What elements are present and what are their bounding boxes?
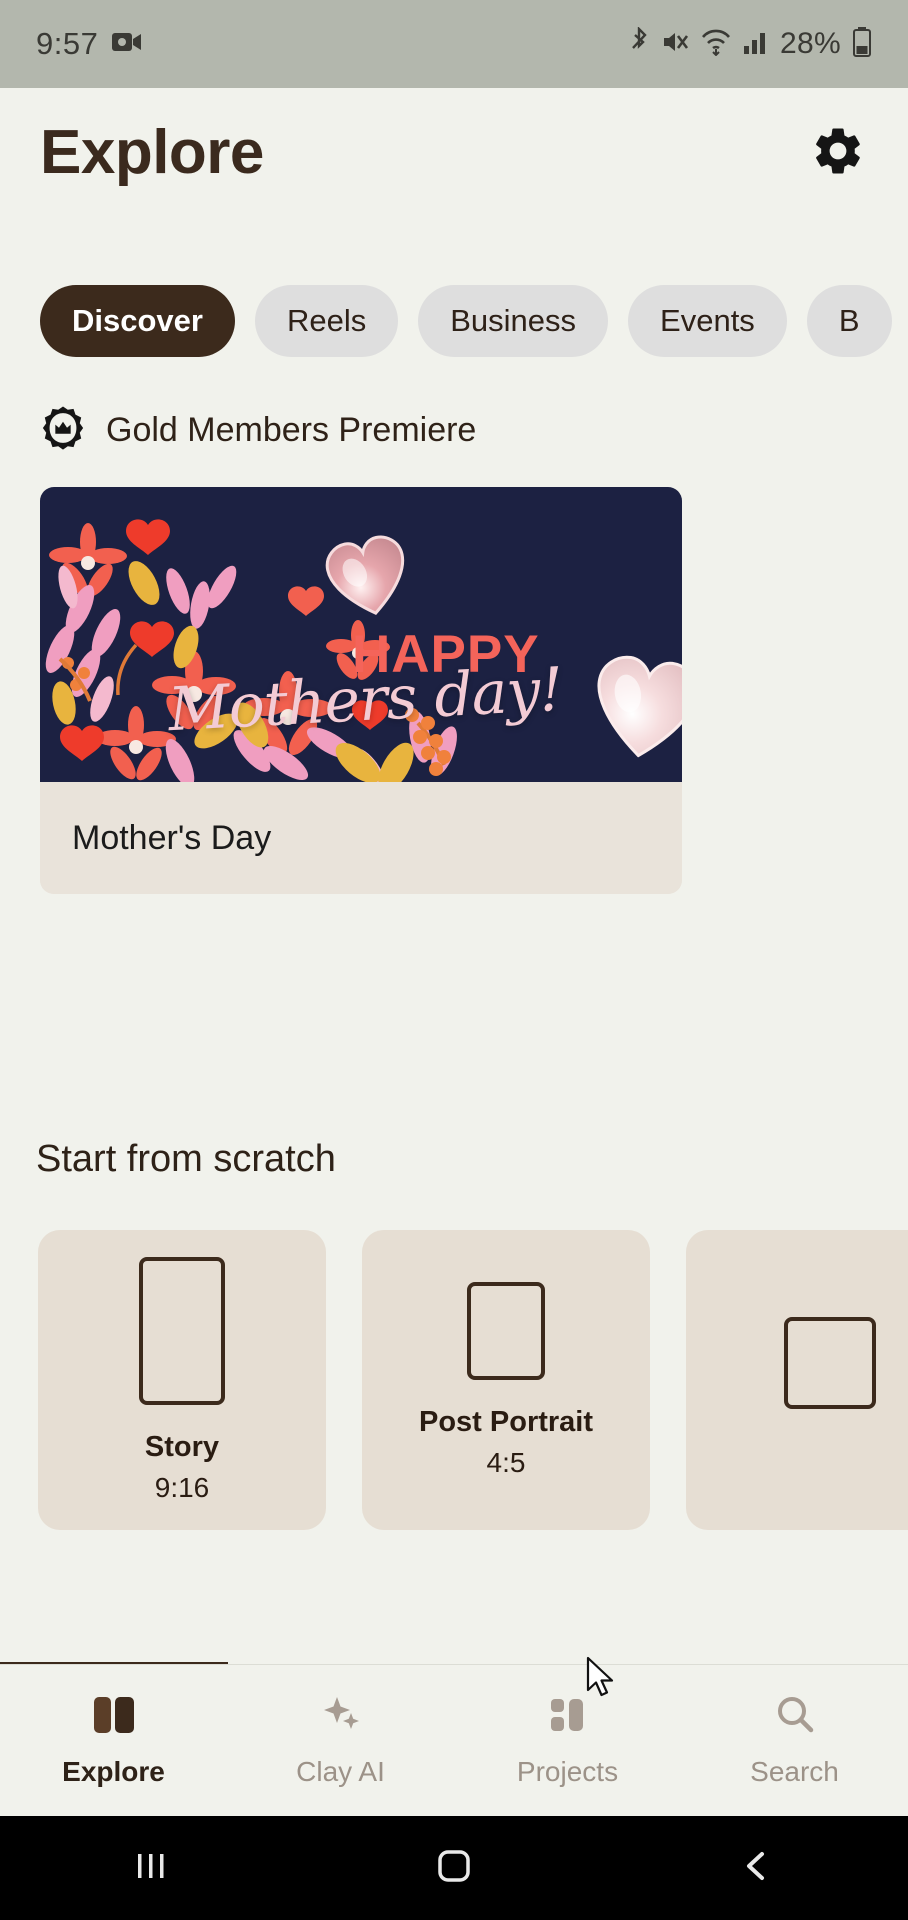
gold-members-label: Gold Members Premiere <box>106 411 477 449</box>
glossy-heart-icon <box>325 535 405 616</box>
featured-template-card[interactable]: HAPPY Mothers day! Mother's Day <box>40 487 682 894</box>
format-name: Post Portrait <box>418 1405 594 1438</box>
page-title: Explore <box>40 118 264 187</box>
story-aspect-icon <box>139 1256 225 1405</box>
android-system-nav[interactable] <box>0 1816 908 1920</box>
nav-item-clay-ai[interactable]: Clay AI <box>227 1665 454 1816</box>
recents-icon[interactable] <box>129 1848 173 1889</box>
settings-button[interactable] <box>808 123 868 183</box>
battery-icon <box>852 26 872 62</box>
format-ratio: 9:16 <box>154 1471 210 1503</box>
tab-partial-offscreen[interactable]: B <box>806 285 892 357</box>
nav-label: Explore <box>62 1756 165 1787</box>
format-card-carousel[interactable]: Story 9:16 Post Portrait 4:5 <box>0 1230 908 1530</box>
featured-template-banner-image: HAPPY Mothers day! <box>40 487 682 782</box>
bottom-navigation-bar[interactable]: Explore Clay AI Projects Search <box>0 1664 908 1816</box>
app-header: Explore <box>0 88 908 218</box>
search-icon <box>771 1693 819 1742</box>
cellular-signal-icon <box>743 29 769 60</box>
wifi-icon <box>700 28 732 61</box>
back-icon[interactable] <box>735 1846 779 1891</box>
format-ratio: 4:5 <box>486 1446 526 1478</box>
nav-item-projects[interactable]: Projects <box>454 1665 681 1816</box>
tab-label: Events <box>660 303 755 338</box>
format-name: Story <box>144 1430 220 1463</box>
status-bar-right: 28% <box>628 25 872 62</box>
status-bar: 9:57 28% <box>0 0 908 88</box>
status-time: 9:57 <box>36 26 99 61</box>
format-card-partial-offscreen[interactable] <box>686 1230 908 1530</box>
nav-item-search[interactable]: Search <box>681 1665 908 1816</box>
category-tabs[interactable]: Discover Reels Business Events B <box>0 278 908 364</box>
format-card-post-portrait[interactable]: Post Portrait 4:5 <box>362 1230 650 1530</box>
tab-reels[interactable]: Reels <box>254 285 399 357</box>
video-camera-icon <box>112 31 142 58</box>
glossy-heart-large-icon <box>597 655 682 758</box>
tab-label: Reels <box>286 303 367 338</box>
nav-label: Clay AI <box>296 1756 385 1787</box>
gold-badge-crown-icon <box>40 405 86 456</box>
nav-item-explore[interactable]: Explore <box>0 1665 227 1816</box>
home-icon[interactable] <box>432 1846 476 1891</box>
mouse-cursor <box>586 1656 622 1707</box>
status-bar-left: 9:57 <box>36 26 142 62</box>
tab-label: Discover <box>72 303 203 338</box>
app-screen: 9:57 28% Explore Discover Reels Business… <box>0 0 908 1920</box>
gold-members-section-header: Gold Members Premiere <box>40 405 476 456</box>
nav-label: Projects <box>516 1756 619 1787</box>
format-card-story[interactable]: Story 9:16 <box>38 1230 326 1530</box>
start-from-scratch-heading: Start from scratch <box>36 1138 336 1180</box>
battery-percent-label: 28% <box>780 27 841 60</box>
featured-template-caption: Mother's Day <box>40 782 682 894</box>
tab-label: Business <box>450 303 577 338</box>
nav-label: Search <box>750 1756 839 1787</box>
bluetooth-icon <box>628 25 650 62</box>
sparkles-icon <box>317 1693 365 1742</box>
projects-icon <box>544 1693 592 1742</box>
tab-label: B <box>838 303 860 338</box>
tab-discover[interactable]: Discover <box>40 285 235 357</box>
tab-events[interactable]: Events <box>628 285 787 357</box>
aspect-icon <box>784 1317 876 1409</box>
post-portrait-aspect-icon <box>467 1281 545 1380</box>
explore-icon <box>90 1693 138 1742</box>
gear-icon <box>810 123 866 184</box>
mute-icon <box>661 28 689 61</box>
tab-business[interactable]: Business <box>418 285 609 357</box>
